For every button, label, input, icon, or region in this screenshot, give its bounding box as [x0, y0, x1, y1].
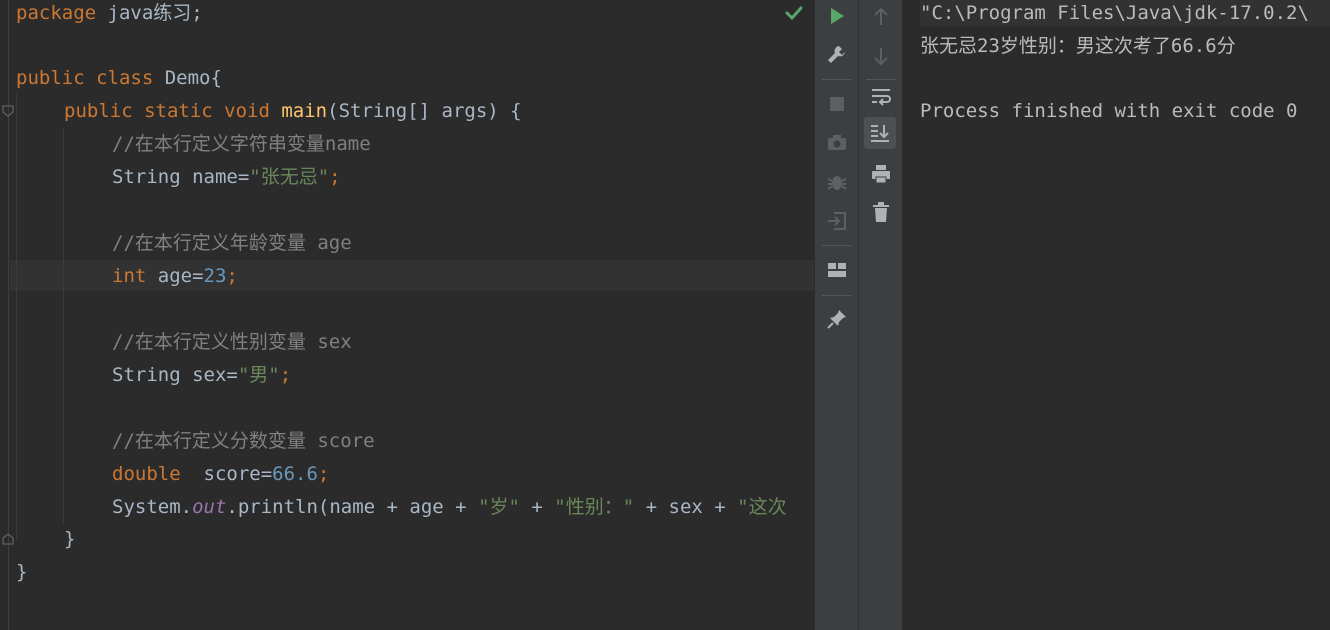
string-literal: "性别：": [554, 496, 635, 518]
code-line-println[interactable]: System.out.println(name + age + "岁" + "性…: [112, 494, 787, 527]
field-ref: out: [192, 496, 227, 518]
semicolon: ;: [329, 166, 341, 188]
code-line-main[interactable]: public static void main(String[] args) {: [64, 98, 522, 131]
code-line-sex[interactable]: String sex="男";: [112, 362, 291, 395]
keyword: package: [16, 2, 97, 24]
arrow-up-icon[interactable]: [869, 5, 893, 29]
code-comment[interactable]: //在本行定义字符串变量name: [112, 131, 371, 164]
code-comment[interactable]: //在本行定义性别变量 sex: [112, 329, 352, 362]
expression: + sex +: [634, 496, 738, 518]
indent-guide: [63, 128, 64, 523]
semicolon: ;: [226, 265, 238, 287]
semicolon: ;: [317, 463, 330, 485]
toolbar-divider: [866, 79, 896, 80]
number-literal: 66.6: [272, 463, 318, 485]
toolbar-divider: [822, 295, 852, 296]
keyword: public: [16, 67, 85, 89]
run-toolbar-right: [858, 0, 902, 630]
semicolon: ;: [279, 364, 292, 386]
stop-icon[interactable]: [825, 92, 849, 116]
number-literal: 23: [203, 265, 227, 287]
operator: +: [519, 496, 555, 518]
string-literal: "男": [237, 364, 280, 386]
run-toolbar-left: [814, 0, 858, 630]
keyword: double: [112, 463, 181, 485]
declaration: String name=: [112, 166, 250, 188]
keyword: public: [64, 100, 133, 122]
class-ref: System.: [112, 496, 193, 518]
string-literal: "这次: [737, 496, 787, 518]
console-command-line[interactable]: "C:\Program Files\Java\jdk-17.0.2\: [920, 0, 1330, 26]
wrench-icon[interactable]: [825, 43, 849, 67]
scroll-to-end-button[interactable]: [864, 117, 896, 149]
fold-icon[interactable]: [1, 104, 15, 118]
fold-icon[interactable]: [1, 532, 15, 546]
code-line-score[interactable]: double score=66.6;: [112, 461, 329, 494]
package-name: java练习;: [96, 2, 203, 24]
code-line-name[interactable]: String name="张无忌";: [112, 164, 341, 197]
pin-icon[interactable]: [825, 307, 849, 331]
string-literal: "岁": [478, 496, 520, 518]
class-name: Demo{: [153, 67, 222, 89]
soft-wrap-icon[interactable]: [869, 84, 893, 108]
declaration: String sex=: [112, 364, 238, 386]
method-args: (String[] args) {: [327, 100, 522, 122]
keyword: class: [84, 67, 154, 89]
print-icon[interactable]: [869, 162, 893, 186]
camera-icon[interactable]: [825, 131, 849, 155]
console-output-line[interactable]: 张无忌23岁性别：男这次考了66.6分: [920, 33, 1236, 59]
code-editor[interactable]: package java练习; public class Demo{ publi…: [0, 0, 814, 630]
keyword: static: [132, 100, 213, 122]
scroll-to-end-icon: [871, 125, 889, 142]
layout-icon[interactable]: [825, 258, 849, 282]
toolbar-divider: [822, 79, 852, 80]
run-icon[interactable]: [825, 4, 849, 28]
console-exit-line[interactable]: Process finished with exit code 0: [920, 98, 1298, 124]
indent-guide: [16, 94, 17, 539]
run-console[interactable]: "C:\Program Files\Java\jdk-17.0.2\ 张无忌23…: [902, 0, 1330, 630]
code-comment[interactable]: //在本行定义分数变量 score: [112, 428, 375, 461]
trash-icon[interactable]: [869, 200, 893, 224]
code-line-package[interactable]: package java练习;: [16, 0, 203, 33]
code-comment[interactable]: //在本行定义年龄变量 age: [112, 230, 352, 263]
string-literal: "张无忌": [249, 166, 330, 188]
restore-layout-icon[interactable]: [825, 209, 849, 233]
checkmark-icon[interactable]: [784, 3, 804, 23]
code-line-age[interactable]: int age=23;: [112, 263, 238, 296]
code-line-class[interactable]: public class Demo{: [16, 65, 222, 98]
declaration: score=: [180, 463, 273, 485]
debug-icon[interactable]: [825, 170, 849, 194]
arrow-down-icon[interactable]: [869, 44, 893, 68]
toolbar-divider: [822, 245, 852, 246]
keyword: int: [112, 265, 147, 287]
method-call: .println(name + age +: [226, 496, 479, 518]
declaration: age=: [146, 265, 204, 287]
method-name: main: [269, 100, 328, 122]
code-line-close-class[interactable]: }: [16, 559, 27, 592]
code-line-close-method[interactable]: }: [64, 526, 75, 559]
keyword: void: [212, 100, 270, 122]
